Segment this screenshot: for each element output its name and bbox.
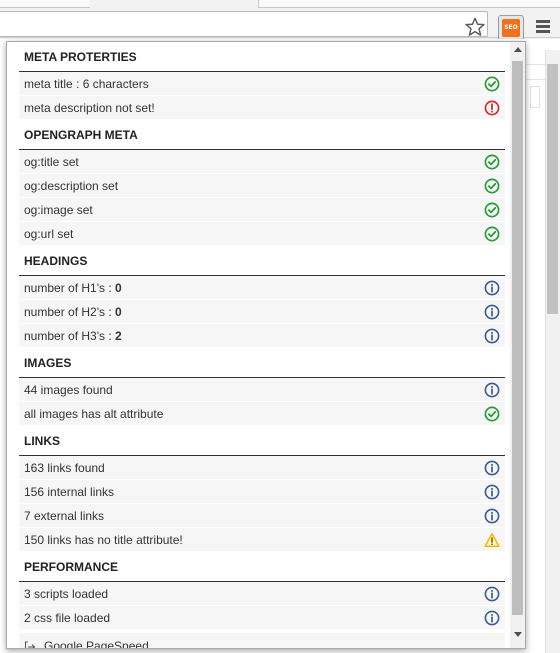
info-icon — [484, 280, 500, 296]
external-link-icon — [24, 641, 36, 648]
row-value: 0 — [115, 281, 122, 295]
section-title: IMAGES — [19, 348, 505, 378]
check-circle-icon — [484, 406, 500, 422]
info-icon — [484, 304, 500, 320]
report-row: meta title : 6 characters — [19, 72, 505, 96]
report-row: og:image set — [19, 198, 505, 222]
section-title: LINKS — [19, 426, 505, 456]
browser-toolbar: SEO — [0, 8, 560, 41]
row-label: 156 internal links — [24, 485, 115, 499]
row-value: 0 — [115, 305, 122, 319]
row-label: 2 css file loaded — [24, 611, 111, 625]
browser-menu-icon[interactable] — [536, 20, 550, 36]
pagespeed-link-row: Google PageSpeed — [19, 632, 505, 648]
row-value: 2 — [115, 329, 122, 343]
report-row: 7 external links — [19, 504, 505, 528]
row-label: number of H2's : — [24, 305, 115, 319]
report-row: number of H1's : 0 — [19, 276, 505, 300]
browser-tab[interactable] — [258, 0, 560, 8]
scroll-up-arrow-icon[interactable] — [514, 47, 522, 52]
info-icon — [484, 508, 500, 524]
section-title: META PROTERTIES — [19, 42, 505, 72]
popup-scrollbar-thumb[interactable] — [512, 61, 523, 615]
info-icon — [484, 328, 500, 344]
row-label: og:description set — [24, 179, 119, 193]
row-label: og:image set — [24, 203, 93, 217]
scroll-down-arrow-icon[interactable] — [514, 632, 522, 637]
page-scrollbar-thumb[interactable] — [547, 64, 558, 314]
info-icon — [484, 460, 500, 476]
seo-report: META PROTERTIES meta title : 6 characters… — [19, 42, 505, 648]
report-row: number of H3's : 2 — [19, 324, 505, 348]
report-row: 44 images found — [19, 378, 505, 402]
seo-extension-icon: SEO — [502, 19, 520, 37]
row-label: 44 images found — [24, 383, 113, 397]
report-row: all images has alt attribute — [19, 402, 505, 426]
address-bar[interactable] — [0, 11, 488, 37]
browser-tab[interactable] — [0, 0, 90, 8]
row-label: number of H3's : — [24, 329, 115, 343]
bookmark-star-icon[interactable] — [464, 16, 486, 38]
section-title: OPENGRAPH META — [19, 120, 505, 150]
tab-strip — [0, 0, 560, 8]
row-label: number of H1's : — [24, 281, 115, 295]
section-title: PERFORMANCE — [19, 552, 505, 582]
page-element — [530, 86, 540, 108]
popup-scrollbar[interactable] — [510, 42, 525, 648]
report-row: og:url set — [19, 222, 505, 246]
report-row: 156 internal links — [19, 480, 505, 504]
report-row: 3 scripts loaded — [19, 582, 505, 606]
report-row: number of H2's : 0 — [19, 300, 505, 324]
report-row: 150 links has no title attribute! — [19, 528, 505, 552]
page-element — [526, 64, 546, 80]
check-circle-icon — [484, 202, 500, 218]
row-label: 7 external links — [24, 509, 105, 523]
report-row: 163 links found — [19, 456, 505, 480]
row-label: 3 scripts loaded — [24, 587, 109, 601]
row-label: meta title : 6 characters — [24, 77, 149, 91]
error-exclamation-icon — [484, 100, 500, 116]
check-circle-icon — [484, 178, 500, 194]
info-icon — [484, 382, 500, 398]
seo-popup: META PROTERTIES meta title : 6 characters… — [6, 41, 526, 649]
row-label: meta description not set! — [24, 101, 155, 115]
row-label: og:title set — [24, 155, 79, 169]
row-label: 150 links has no title attribute! — [24, 533, 183, 547]
google-pagespeed-link[interactable]: Google PageSpeed — [44, 639, 149, 648]
info-icon — [484, 586, 500, 602]
check-circle-icon — [484, 154, 500, 170]
report-row: meta description not set! — [19, 96, 505, 120]
check-circle-icon — [484, 226, 500, 242]
row-label: og:url set — [24, 227, 74, 241]
row-label: 163 links found — [24, 461, 105, 475]
info-icon — [484, 484, 500, 500]
report-row: 2 css file loaded — [19, 606, 505, 630]
report-row: og:description set — [19, 174, 505, 198]
report-row: og:title set — [19, 150, 505, 174]
check-circle-icon — [484, 76, 500, 92]
info-icon — [484, 610, 500, 626]
warning-triangle-icon — [484, 532, 500, 548]
row-label: all images has alt attribute — [24, 407, 164, 421]
seo-extension-button[interactable]: SEO — [498, 15, 524, 41]
section-title: HEADINGS — [19, 246, 505, 276]
